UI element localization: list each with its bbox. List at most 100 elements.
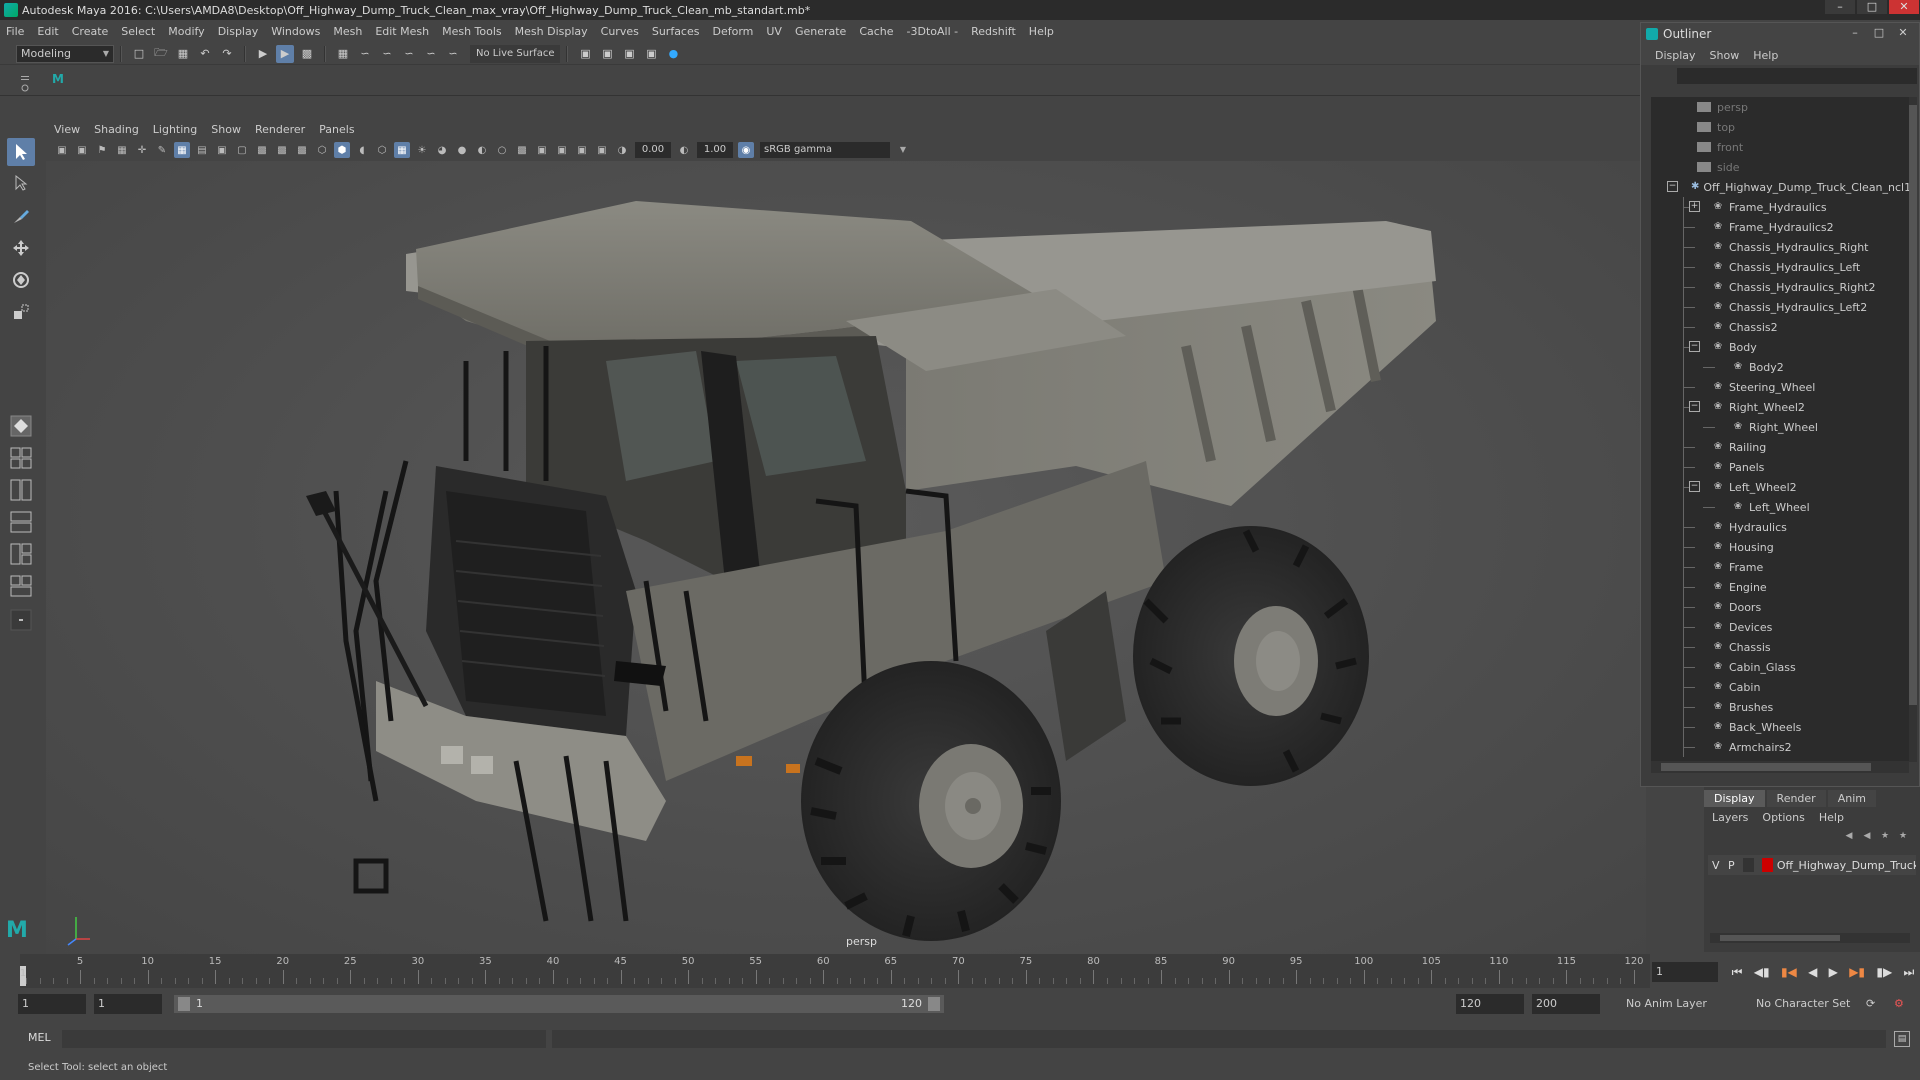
outliner-hscroll-thumb[interactable] bbox=[1661, 763, 1871, 771]
outliner-maximize-button[interactable]: □ bbox=[1867, 26, 1891, 39]
outliner-item-row[interactable]: ❀ Steering_Wheel bbox=[1651, 377, 1909, 397]
motion-blur-icon[interactable]: ◐ bbox=[474, 142, 490, 158]
outliner-item-row[interactable]: ❀ Back_Wheels bbox=[1651, 717, 1909, 737]
vp-menu-show[interactable]: Show bbox=[211, 123, 241, 136]
menu-display[interactable]: Display bbox=[218, 25, 259, 38]
command-input[interactable] bbox=[62, 1030, 546, 1048]
anim-layer-dropdown[interactable]: No Anim Layer bbox=[1620, 994, 1740, 1014]
play-forwards-icon[interactable]: ▶ bbox=[1829, 965, 1838, 979]
shelf-grip-icon[interactable] bbox=[20, 74, 29, 94]
outliner-search-input[interactable] bbox=[1677, 68, 1917, 84]
menu-help[interactable]: Help bbox=[1029, 25, 1054, 38]
render-view-icon[interactable]: ▣ bbox=[576, 45, 594, 63]
2d-pan-zoom-icon[interactable]: ✛ bbox=[134, 142, 150, 158]
render-settings-icon[interactable]: ▣ bbox=[642, 45, 660, 63]
outliner-item-row[interactable]: ❀ Hydraulics bbox=[1651, 517, 1909, 537]
outliner-item-row[interactable]: ❀ Chassis bbox=[1651, 637, 1909, 657]
outliner-item-row[interactable]: ❀ Armchairs2 bbox=[1651, 737, 1909, 757]
outliner-item-row[interactable]: ❀ Right_Wheel bbox=[1651, 417, 1909, 437]
expand-toggle-icon[interactable]: + bbox=[1689, 201, 1700, 212]
vp-menu-panels[interactable]: Panels bbox=[319, 123, 354, 136]
menu-mesh[interactable]: Mesh bbox=[333, 25, 362, 38]
image-plane-icon[interactable]: ▦ bbox=[114, 142, 130, 158]
layer-menu-help[interactable]: Help bbox=[1819, 811, 1844, 824]
outliner-item-row[interactable]: ❀ Chassis_Hydraulics_Left bbox=[1651, 257, 1909, 277]
gamma-field[interactable]: 1.00 bbox=[697, 142, 733, 158]
xray-joints-icon[interactable]: ▣ bbox=[574, 142, 590, 158]
gate-mask-icon[interactable]: ▢ bbox=[234, 142, 250, 158]
maximize-button[interactable]: □ bbox=[1857, 0, 1887, 14]
tab-anim[interactable]: Anim bbox=[1827, 790, 1876, 807]
redo-icon[interactable]: ↷ bbox=[218, 45, 236, 63]
smooth-shade-icon[interactable]: ⬢ bbox=[334, 142, 350, 158]
outliner-item-row[interactable]: ❀ Brushes bbox=[1651, 697, 1909, 717]
safe-action-icon[interactable]: ▩ bbox=[274, 142, 290, 158]
menu-modify[interactable]: Modify bbox=[168, 25, 204, 38]
outliner-item-row[interactable]: ❀ Frame_Hydraulics2 bbox=[1651, 217, 1909, 237]
animation-start-field[interactable]: 1 bbox=[18, 994, 86, 1014]
hypershade-icon[interactable]: ● bbox=[664, 45, 682, 63]
default-material-icon[interactable]: ◖ bbox=[354, 142, 370, 158]
snap-curve-icon[interactable]: ∽ bbox=[356, 45, 374, 63]
save-scene-icon[interactable]: ▦ bbox=[174, 45, 192, 63]
menu-create[interactable]: Create bbox=[72, 25, 109, 38]
move-layer-up-icon[interactable]: ◀ bbox=[1840, 831, 1858, 845]
persp-outliner-layout-icon[interactable] bbox=[7, 540, 35, 568]
menu-file[interactable]: File bbox=[6, 25, 24, 38]
snap-grid-icon[interactable]: ▦ bbox=[334, 45, 352, 63]
undo-icon[interactable]: ↶ bbox=[196, 45, 214, 63]
xray-icon[interactable]: ▣ bbox=[554, 142, 570, 158]
layer-menu-options[interactable]: Options bbox=[1762, 811, 1804, 824]
outliner-item-row[interactable]: ❀ Devices bbox=[1651, 617, 1909, 637]
outliner-item-row[interactable]: ❀ Engine bbox=[1651, 577, 1909, 597]
outliner-item-row[interactable]: ❀ Panels bbox=[1651, 457, 1909, 477]
move-layer-down-icon[interactable]: ◀ bbox=[1858, 831, 1876, 845]
vp-menu-view[interactable]: View bbox=[54, 123, 80, 136]
menu-uv[interactable]: UV bbox=[766, 25, 782, 38]
ipr-render-icon[interactable]: ▣ bbox=[620, 45, 638, 63]
range-end-handle[interactable] bbox=[928, 997, 940, 1011]
outliner-camera-row[interactable]: persp bbox=[1651, 97, 1909, 117]
outliner-menu-display[interactable]: Display bbox=[1655, 49, 1696, 62]
playback-end-field[interactable]: 120 bbox=[1456, 994, 1524, 1014]
wireframe-icon[interactable]: ⬡ bbox=[314, 142, 330, 158]
outliner-item-row[interactable]: ❀ Cabin bbox=[1651, 677, 1909, 697]
outliner-minimize-button[interactable]: – bbox=[1843, 26, 1867, 39]
outliner-item-row[interactable]: ❀ Housing bbox=[1651, 537, 1909, 557]
current-frame-field[interactable]: 1 bbox=[1652, 962, 1718, 982]
layer-color-swatch[interactable] bbox=[1761, 858, 1773, 872]
resolution-gate-icon[interactable]: ▣ bbox=[214, 142, 230, 158]
move-tool-icon[interactable] bbox=[7, 234, 35, 262]
menu-windows[interactable]: Windows bbox=[271, 25, 320, 38]
outliner-item-row[interactable]: + ❀ Frame_Hydraulics bbox=[1651, 197, 1909, 217]
menu-cache[interactable]: Cache bbox=[859, 25, 893, 38]
step-back-key-icon[interactable]: ▮◀ bbox=[1781, 965, 1797, 979]
outliner-item-row[interactable]: − ❀ Left_Wheel2 bbox=[1651, 477, 1909, 497]
snap-live-icon[interactable]: ∽ bbox=[422, 45, 440, 63]
step-forward-key-icon[interactable]: ▶▮ bbox=[1849, 965, 1865, 979]
grid-toggle-icon[interactable]: ▦ bbox=[174, 142, 190, 158]
outliner-item-row[interactable]: ❀ Chassis_Hydraulics_Left2 bbox=[1651, 297, 1909, 317]
depth-of-field-icon[interactable]: ▩ bbox=[514, 142, 530, 158]
vp-menu-shading[interactable]: Shading bbox=[94, 123, 139, 136]
maya-shelf-icon[interactable]: M bbox=[52, 72, 70, 88]
textured-icon[interactable]: ▦ bbox=[394, 142, 410, 158]
go-to-end-icon[interactable]: ⏭ bbox=[1904, 965, 1915, 980]
auto-key-icon[interactable]: ⟳ bbox=[1860, 994, 1884, 1014]
snap-magnet-icon[interactable]: ∽ bbox=[444, 45, 462, 63]
range-start-handle[interactable] bbox=[178, 997, 190, 1011]
menu-deform[interactable]: Deform bbox=[712, 25, 753, 38]
select-component-icon[interactable]: ▩ bbox=[298, 45, 316, 63]
outliner-root-row[interactable]: − ✱ Off_Highway_Dump_Truck_Clean_ncl1 bbox=[1651, 177, 1909, 197]
viewport-canvas[interactable] bbox=[46, 161, 1646, 954]
outliner-camera-row[interactable]: side bbox=[1651, 157, 1909, 177]
xray-components-icon[interactable]: ▣ bbox=[594, 142, 610, 158]
isolate-select-icon[interactable]: ▣ bbox=[534, 142, 550, 158]
rotate-tool-icon[interactable] bbox=[7, 266, 35, 294]
menu-redshift[interactable]: Redshift bbox=[971, 25, 1016, 38]
snap-point-icon[interactable]: ∽ bbox=[378, 45, 396, 63]
menu-edit[interactable]: Edit bbox=[37, 25, 58, 38]
outliner-item-row[interactable]: ❀ Frame bbox=[1651, 557, 1909, 577]
vp-menu-lighting[interactable]: Lighting bbox=[153, 123, 197, 136]
gamma-icon[interactable]: ◐ bbox=[676, 142, 692, 158]
